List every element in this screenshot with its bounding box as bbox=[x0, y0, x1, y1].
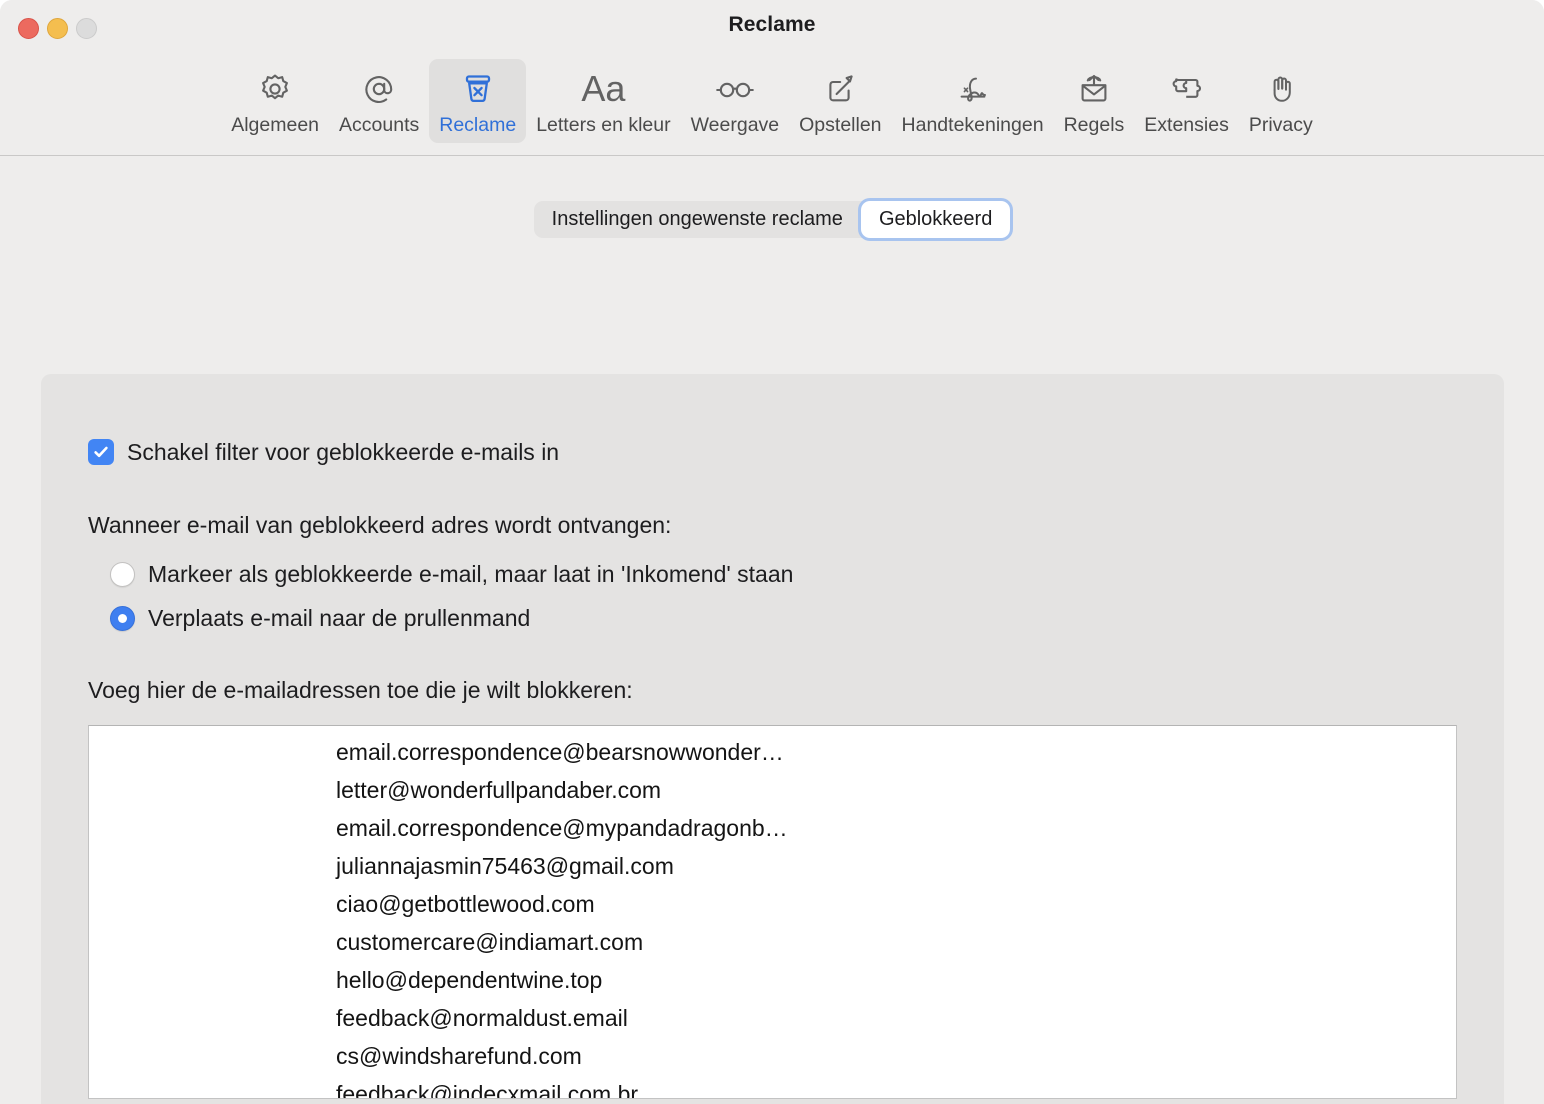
when-received-label: Wanneer e-mail van geblokkeerd adres wor… bbox=[88, 512, 672, 538]
list-item[interactable]: letter@wonderfullpandaber.com bbox=[89, 771, 1456, 809]
toolbar-item-weergave[interactable]: Weergave bbox=[681, 59, 790, 143]
gear-icon bbox=[255, 67, 295, 111]
signature-icon bbox=[951, 67, 995, 111]
preferences-toolbar: Algemeen Accounts Reclame Aa Letters en … bbox=[0, 55, 1544, 156]
puzzle-piece-icon bbox=[1167, 67, 1207, 111]
title-bar: Reclame bbox=[0, 0, 1544, 55]
toolbar-item-opstellen[interactable]: Opstellen bbox=[789, 59, 891, 143]
tab-instellingen-ongewenste-reclame[interactable]: Instellingen ongewenste reclame bbox=[534, 201, 861, 238]
toolbar-item-algemeen[interactable]: Algemeen bbox=[221, 59, 329, 143]
toolbar-item-label: Accounts bbox=[339, 114, 420, 136]
content-area: Instellingen ongewenste reclame Geblokke… bbox=[0, 156, 1544, 1104]
enable-filter-label: Schakel filter voor geblokkeerde e-mails… bbox=[127, 439, 560, 465]
list-item[interactable]: hello@dependentwine.top bbox=[89, 961, 1456, 999]
preferences-window: Reclame Algemeen Accounts Reclame Aa Let… bbox=[0, 0, 1544, 1104]
at-sign-icon bbox=[359, 67, 399, 111]
toolbar-item-extensies[interactable]: Extensies bbox=[1134, 59, 1239, 143]
blocked-addresses-rows: email.correspondence@bearsnowwonder… let… bbox=[89, 726, 1456, 1098]
envelope-arrows-icon bbox=[1074, 67, 1114, 111]
page-title: Reclame bbox=[728, 13, 816, 36]
toolbar-item-accounts[interactable]: Accounts bbox=[329, 59, 429, 143]
radio-button-icon[interactable] bbox=[110, 561, 135, 587]
list-item[interactable]: juliannajasmin75463@gmail.com bbox=[89, 847, 1456, 885]
trash-x-icon bbox=[458, 67, 498, 111]
toolbar-item-handtekeningen[interactable]: Handtekeningen bbox=[892, 59, 1054, 143]
radio-option-move-to-trash[interactable]: Verplaats e-mail naar de prullenmand bbox=[110, 604, 530, 632]
list-item[interactable]: cs@windsharefund.com bbox=[89, 1037, 1456, 1075]
toolbar-item-privacy[interactable]: Privacy bbox=[1239, 59, 1323, 143]
radio-button-icon[interactable] bbox=[110, 605, 135, 631]
toolbar-item-label: Algemeen bbox=[231, 114, 320, 136]
list-item[interactable]: feedback@normaldust.email bbox=[89, 999, 1456, 1037]
enable-filter-row[interactable]: Schakel filter voor geblokkeerde e-mails… bbox=[88, 438, 559, 466]
radio-option-label: Verplaats e-mail naar de prullenmand bbox=[148, 605, 531, 631]
compose-pencil-icon bbox=[820, 67, 860, 111]
radio-option-mark-as-blocked[interactable]: Markeer als geblokkeerde e-mail, maar la… bbox=[110, 560, 793, 588]
toolbar-item-label: Letters en kleur bbox=[536, 114, 671, 136]
toolbar-item-label: Extensies bbox=[1144, 114, 1229, 136]
list-item[interactable]: email.correspondence@mypandadragonb… bbox=[89, 809, 1456, 847]
tab-geblokkeerd[interactable]: Geblokkeerd bbox=[860, 201, 1011, 238]
toolbar-item-label: Opstellen bbox=[799, 114, 882, 136]
toolbar-item-label: Reclame bbox=[439, 114, 517, 136]
toolbar-item-regels[interactable]: Regels bbox=[1054, 59, 1135, 143]
settings-panel: Schakel filter voor geblokkeerde e-mails… bbox=[41, 374, 1504, 1104]
list-item[interactable]: customercare@indiamart.com bbox=[89, 923, 1456, 961]
radio-option-label: Markeer als geblokkeerde e-mail, maar la… bbox=[148, 561, 794, 587]
glasses-icon bbox=[713, 67, 757, 111]
toolbar-item-label: Weergave bbox=[690, 114, 780, 136]
list-item[interactable]: email.correspondence@bearsnowwonder… bbox=[89, 733, 1456, 771]
blocked-addresses-list[interactable]: email.correspondence@bearsnowwonder… let… bbox=[88, 725, 1457, 1099]
tab-bar: Instellingen ongewenste reclame Geblokke… bbox=[0, 201, 1544, 238]
toolbar-item-label: Privacy bbox=[1248, 114, 1313, 136]
toolbar-item-label: Handtekeningen bbox=[901, 114, 1044, 136]
list-item[interactable]: ciao@getbottlewood.com bbox=[89, 885, 1456, 923]
blocked-list-caption: Voeg hier de e-mailadressen toe die je w… bbox=[88, 677, 633, 703]
hand-raised-icon bbox=[1261, 67, 1301, 111]
toolbar-item-letters-en-kleur[interactable]: Aa Letters en kleur bbox=[526, 59, 680, 143]
enable-filter-checkbox[interactable] bbox=[88, 439, 114, 465]
toolbar-item-label: Regels bbox=[1063, 114, 1125, 136]
toolbar-item-reclame[interactable]: Reclame bbox=[429, 59, 527, 143]
aa-font-icon: Aa bbox=[581, 68, 626, 109]
list-item[interactable]: feedback@indecxmail.com.br bbox=[89, 1075, 1456, 1098]
segmented-control: Instellingen ongewenste reclame Geblokke… bbox=[533, 201, 1011, 238]
